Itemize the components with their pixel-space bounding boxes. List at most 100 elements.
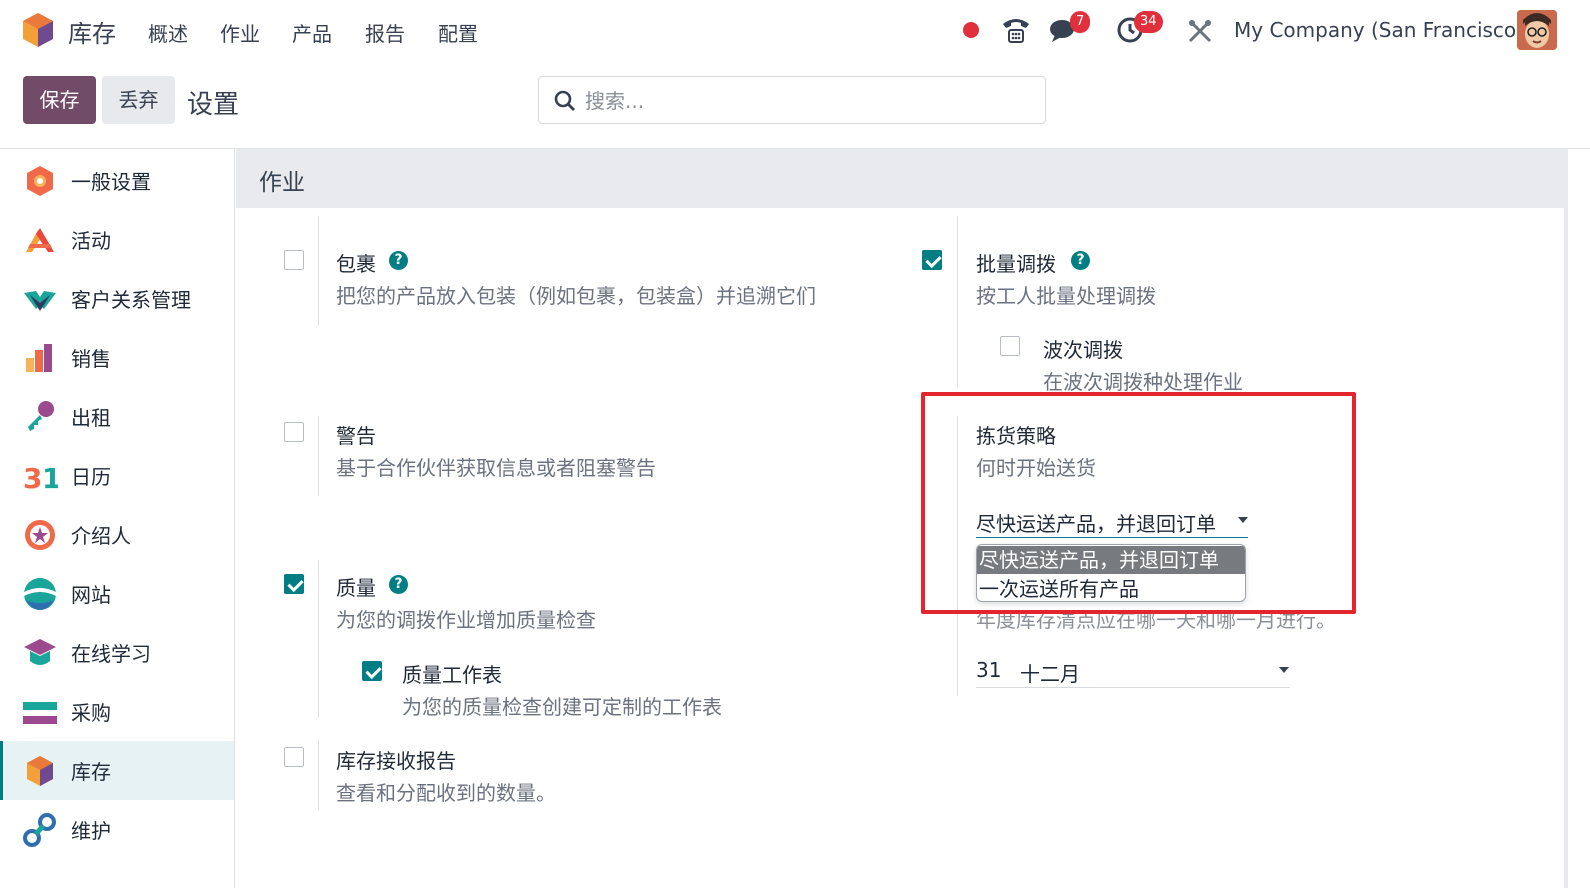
calendar-icon: 3 1	[23, 462, 58, 494]
elearning-icon	[24, 638, 56, 665]
sidebar-item-label: 出租	[71, 406, 111, 430]
annual-inventory-desc: 年度库存清点应在哪一天和哪一月进行。	[976, 608, 1336, 632]
inventory-icon	[27, 755, 53, 786]
sales-icon	[26, 343, 52, 372]
user-avatar[interactable]	[1517, 10, 1557, 50]
recording-dot-icon[interactable]	[962, 21, 980, 43]
sidebar-item-sales[interactable]: 销售	[0, 328, 234, 387]
company-switcher[interactable]: My Company (San Francisco)	[1234, 18, 1524, 42]
sidebar-item-label: 在线学习	[71, 642, 151, 666]
sidebar-item-label: 介绍人	[71, 524, 131, 548]
menu-reporting[interactable]: 报告	[365, 18, 405, 47]
crm-icon	[24, 290, 56, 311]
top-navbar: 库存 概述 作业 产品 报告 配置 7 34 My Company (San F…	[0, 0, 1590, 62]
reception-report-title: 库存接收报告	[336, 749, 456, 773]
sidebar-item-label: 维护	[71, 819, 111, 843]
activities-badge: 34	[1134, 11, 1163, 33]
quality-worksheet-title: 质量工作表	[402, 663, 502, 687]
sidebar-item-calendar[interactable]: 3 1 日历	[0, 446, 234, 505]
sidebar-item-label: 网站	[71, 583, 111, 607]
picking-policy-dropdown: 尽快运送产品，并退回订单 一次运送所有产品	[976, 544, 1246, 602]
sidebar-item-website[interactable]: 网站	[0, 564, 234, 623]
batch-transfers-checkbox[interactable]	[922, 250, 942, 270]
sidebar-item-label: 一般设置	[71, 170, 151, 194]
warnings-title: 警告	[336, 424, 376, 448]
picking-policy-select[interactable]: 尽快运送产品，并退回订单	[976, 506, 1248, 538]
wave-transfers-desc: 在波次调拨种处理作业	[1043, 370, 1243, 394]
packages-help-icon[interactable]: ?	[389, 251, 408, 270]
batch-transfers-desc: 按工人批量处理调拨	[976, 284, 1156, 308]
sidebar-item-inventory[interactable]: 库存	[0, 741, 234, 800]
save-button[interactable]: 保存	[23, 76, 96, 124]
annual-inventory-day: 31	[976, 658, 1002, 682]
sidebar-item-purchase[interactable]: 采购	[0, 682, 234, 741]
setting-divider	[957, 216, 958, 388]
picking-policy-title: 拣货策略	[976, 424, 1056, 448]
quality-help-icon[interactable]: ?	[389, 575, 408, 594]
menu-overview[interactable]: 概述	[148, 18, 188, 47]
quality-worksheet-desc: 为您的质量检查创建可定制的工作表	[402, 695, 722, 719]
maintenance-icon	[23, 812, 56, 847]
app-title[interactable]: 库存	[68, 14, 116, 49]
picking-policy-desc: 何时开始送货	[976, 456, 1096, 480]
section-title: 作业	[259, 170, 305, 196]
packages-desc: 把您的产品放入包装（例如包裹，包装盒）并追溯它们	[336, 284, 816, 308]
settings-sidebar: 一般设置 活动 客户关系管理 销售 出租 3 1 日历 介绍人 网站 在线学习 …	[0, 149, 235, 888]
sidebar-item-label: 销售	[71, 347, 111, 371]
rental-icon	[28, 400, 54, 431]
batch-transfers-title: 批量调拨	[976, 252, 1056, 276]
search-input[interactable]	[585, 87, 1025, 115]
setting-divider	[318, 560, 319, 718]
quality-checkbox[interactable]	[284, 574, 304, 594]
batch-transfers-help-icon[interactable]: ?	[1071, 251, 1090, 270]
purchase-icon	[23, 701, 57, 724]
chevron-down-icon	[1238, 517, 1248, 523]
search-box[interactable]	[538, 76, 1046, 124]
menu-configuration[interactable]: 配置	[438, 18, 478, 47]
annual-inventory-date[interactable]: 31 十二月	[976, 656, 1290, 688]
svg-text:3: 3	[23, 462, 42, 494]
sidebar-item-maintenance[interactable]: 维护	[0, 800, 234, 859]
search-icon	[553, 89, 577, 117]
wave-transfers-checkbox[interactable]	[1000, 336, 1020, 356]
referral-icon	[25, 519, 55, 550]
annual-inventory-month: 十二月	[1020, 662, 1080, 686]
phone-icon[interactable]	[1001, 16, 1031, 48]
sidebar-item-label: 客户关系管理	[71, 288, 191, 312]
sidebar-item-referral[interactable]: 介绍人	[0, 505, 234, 564]
page-title: 设置	[187, 90, 240, 120]
packages-checkbox[interactable]	[284, 250, 304, 270]
picking-policy-value: 尽快运送产品，并退回订单	[976, 512, 1216, 536]
section-header: 作业	[236, 149, 1564, 208]
website-icon	[24, 577, 56, 610]
setting-divider	[957, 416, 958, 696]
menu-products[interactable]: 产品	[292, 18, 332, 47]
reception-report-desc: 查看和分配收到的数量。	[336, 781, 556, 805]
warnings-desc: 基于合作伙伴获取信息或者阻塞警告	[336, 456, 656, 480]
menu-operations[interactable]: 作业	[220, 18, 260, 47]
general-settings-icon	[27, 165, 53, 196]
picking-option-all-at-once[interactable]: 一次运送所有产品	[977, 575, 1245, 601]
sidebar-item-label: 日历	[71, 465, 111, 489]
inventory-app-icon[interactable]	[22, 12, 54, 48]
activity-icon	[26, 227, 54, 252]
scrollbar[interactable]	[1564, 149, 1568, 888]
setting-divider	[318, 216, 319, 326]
tools-icon[interactable]	[1187, 18, 1213, 48]
setting-divider	[318, 416, 319, 496]
messages-badge: 7	[1070, 11, 1091, 33]
sidebar-item-elearning[interactable]: 在线学习	[0, 623, 234, 682]
discard-button[interactable]: 丢弃	[102, 76, 175, 124]
quality-worksheet-checkbox[interactable]	[362, 661, 382, 681]
sidebar-item-rental[interactable]: 出租	[0, 387, 234, 446]
sidebar-item-general-settings[interactable]: 一般设置	[0, 151, 234, 210]
warnings-checkbox[interactable]	[284, 422, 304, 442]
svg-text:1: 1	[42, 462, 58, 494]
sidebar-item-label: 活动	[71, 229, 111, 253]
picking-option-asap[interactable]: 尽快运送产品，并退回订单	[977, 546, 1245, 574]
packages-title: 包裹	[336, 252, 376, 276]
sidebar-item-activity[interactable]: 活动	[0, 210, 234, 269]
reception-report-checkbox[interactable]	[284, 747, 304, 767]
sidebar-item-label: 采购	[71, 701, 111, 725]
sidebar-item-crm[interactable]: 客户关系管理	[0, 269, 234, 328]
